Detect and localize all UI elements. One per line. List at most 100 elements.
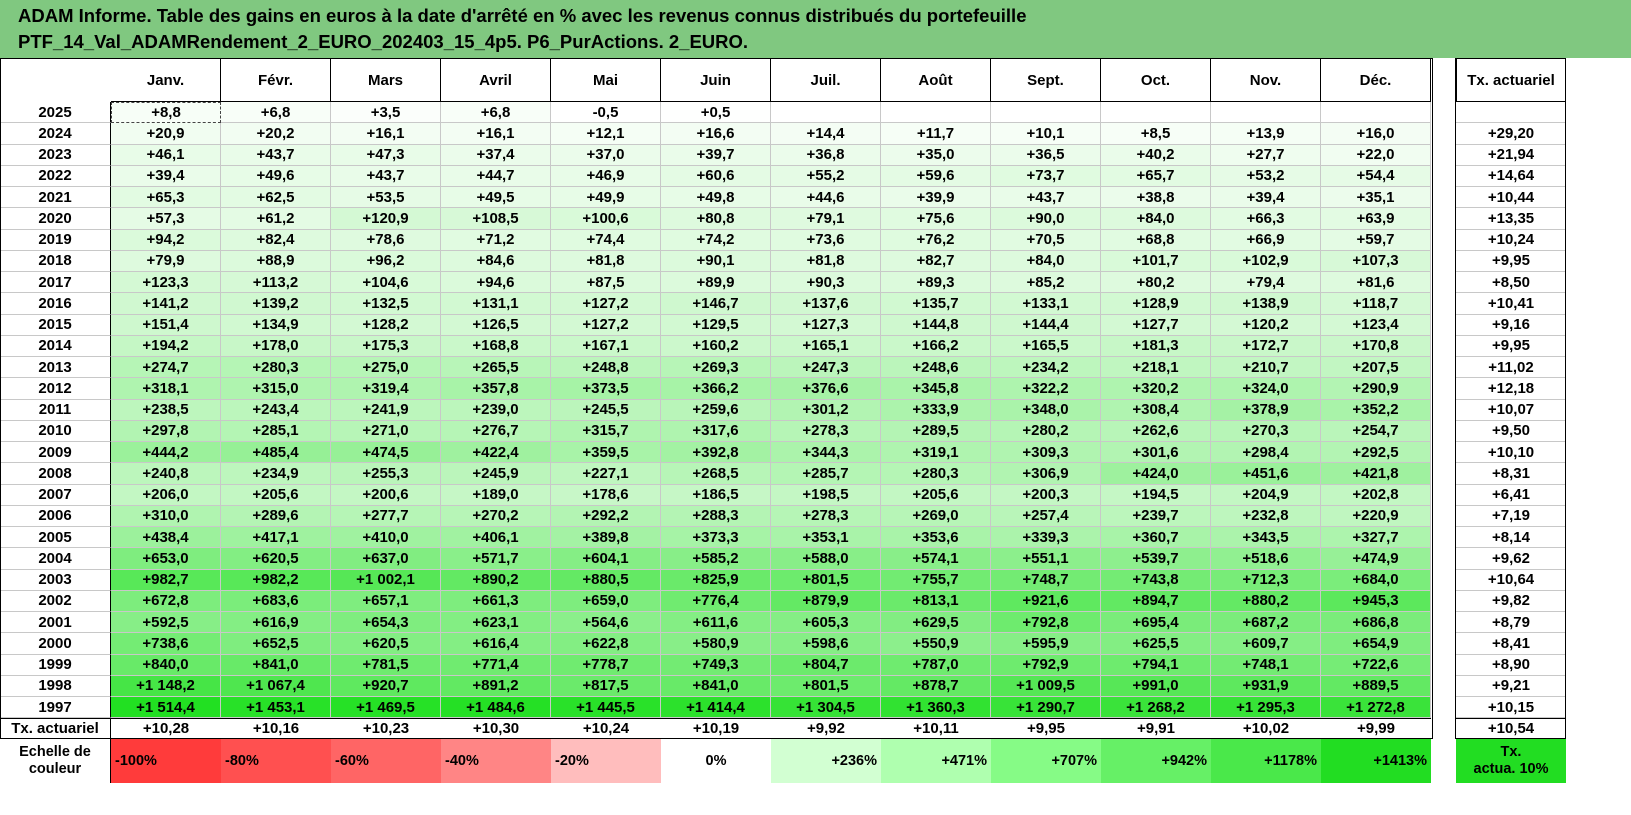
table-cell: +309,3 <box>991 442 1101 464</box>
table-cell: +57,3 <box>111 208 221 230</box>
table-cell: +126,5 <box>441 314 551 336</box>
table-cell: +1 002,1 <box>331 569 441 591</box>
table-cell: +167,1 <box>551 335 661 357</box>
color-scale-swatch: +1178% <box>1211 739 1321 784</box>
year-label: 2023 <box>0 144 111 166</box>
table-cell: +280,3 <box>221 357 331 379</box>
table-cell: +889,5 <box>1321 675 1431 697</box>
table-cell: +49,5 <box>441 187 551 209</box>
table-cell: +128,9 <box>1101 293 1211 315</box>
year-label: 2000 <box>0 633 111 655</box>
table-cell: +10,1 <box>991 123 1101 145</box>
table-cell: +35,0 <box>881 144 991 166</box>
table-cell: +234,2 <box>991 357 1101 379</box>
table-cell: +189,0 <box>441 484 551 506</box>
table-cell: +817,5 <box>551 675 661 697</box>
table-cell: +1 148,2 <box>111 675 221 697</box>
table-cell: +623,1 <box>441 612 551 634</box>
table-cell: +684,0 <box>1321 569 1431 591</box>
table-cell: +319,1 <box>881 442 991 464</box>
table-cell: +127,2 <box>551 293 661 315</box>
table-cell: +738,6 <box>111 633 221 655</box>
table-cell <box>1101 102 1211 124</box>
table-cell: +120,9 <box>331 208 441 230</box>
table-cell: +204,9 <box>1211 484 1321 506</box>
table-cell: +53,5 <box>331 187 441 209</box>
table-cell: +792,8 <box>991 612 1101 634</box>
month-header: Juil. <box>771 58 881 102</box>
table-cell: +686,8 <box>1321 612 1431 634</box>
table-cell: +53,2 <box>1211 165 1321 187</box>
table-cell: +1 453,1 <box>221 697 331 719</box>
table-cell: +84,0 <box>1101 208 1211 230</box>
table-cell: +653,0 <box>111 548 221 570</box>
tx-cell: +10,07 <box>1456 400 1566 421</box>
table-cell: +921,6 <box>991 590 1101 612</box>
table-cell: +285,1 <box>221 420 331 442</box>
tx-cell: +9,95 <box>1456 336 1566 357</box>
table-cell: +360,7 <box>1101 527 1211 549</box>
color-scale-swatch: +942% <box>1101 739 1211 784</box>
table-cell: +392,8 <box>661 442 771 464</box>
table-cell: +218,1 <box>1101 357 1211 379</box>
table-cell: +306,9 <box>991 463 1101 485</box>
year-label: 2022 <box>0 165 111 187</box>
table-cell: +317,6 <box>661 420 771 442</box>
table-cell: +421,8 <box>1321 463 1431 485</box>
table-cell: +301,2 <box>771 399 881 421</box>
table-cell: +198,5 <box>771 484 881 506</box>
month-header: Déc. <box>1321 58 1431 102</box>
tx-cell: +8,79 <box>1456 612 1566 634</box>
table-cell: +172,7 <box>1211 335 1321 357</box>
table-cell: +12,1 <box>551 123 661 145</box>
table-cell: +254,7 <box>1321 420 1431 442</box>
table-cell: +90,1 <box>661 250 771 272</box>
table-cell: +695,4 <box>1101 612 1211 634</box>
table-cell: +270,2 <box>441 505 551 527</box>
table-cell: +324,0 <box>1211 378 1321 400</box>
footer-cell: +10,24 <box>551 718 661 740</box>
year-label: 2025 <box>0 102 111 124</box>
table-cell: +315,7 <box>551 420 661 442</box>
table-cell: +37,4 <box>441 144 551 166</box>
table-cell: +661,3 <box>441 590 551 612</box>
table-cell: +8,5 <box>1101 123 1211 145</box>
table-cell: +406,1 <box>441 527 551 549</box>
table-cell: +170,8 <box>1321 335 1431 357</box>
table-cell: +333,9 <box>881 399 991 421</box>
tx-cell: +10,44 <box>1456 187 1566 209</box>
table-cell: +353,6 <box>881 527 991 549</box>
footer-tx: +10,54 <box>1456 718 1566 740</box>
table-cell: +550,9 <box>881 633 991 655</box>
table-cell: +991,0 <box>1101 675 1211 697</box>
table-cell: +574,1 <box>881 548 991 570</box>
table-cell: +616,9 <box>221 612 331 634</box>
table-cell: +22,0 <box>1321 144 1431 166</box>
table-cell: +81,8 <box>551 250 661 272</box>
table-cell: +118,7 <box>1321 293 1431 315</box>
footer-cell: +10,23 <box>331 718 441 740</box>
table-cell: +683,6 <box>221 590 331 612</box>
year-label: 2007 <box>0 484 111 506</box>
table-cell: +200,3 <box>991 484 1101 506</box>
table-cell: +722,6 <box>1321 654 1431 676</box>
tx-cell: +9,21 <box>1456 676 1566 697</box>
table-cell: +101,7 <box>1101 250 1211 272</box>
table-cell: +778,7 <box>551 654 661 676</box>
color-scale-swatch: +707% <box>991 739 1101 784</box>
table-cell: +894,7 <box>1101 590 1211 612</box>
table-cell: +275,0 <box>331 357 441 379</box>
table-cell: +743,8 <box>1101 569 1211 591</box>
table-cell: +13,9 <box>1211 123 1321 145</box>
table-cell: +139,2 <box>221 293 331 315</box>
tx-cell: +7,19 <box>1456 506 1566 527</box>
table-cell: +89,9 <box>661 272 771 294</box>
table-cell: +49,8 <box>661 187 771 209</box>
table-cell: +138,9 <box>1211 293 1321 315</box>
table-cell: +16,0 <box>1321 123 1431 145</box>
table-cell: +339,3 <box>991 527 1101 549</box>
table-cell: +787,0 <box>881 654 991 676</box>
table-cell: +637,0 <box>331 548 441 570</box>
footer-cell: +10,02 <box>1211 718 1321 740</box>
table-cell: +194,2 <box>111 335 221 357</box>
